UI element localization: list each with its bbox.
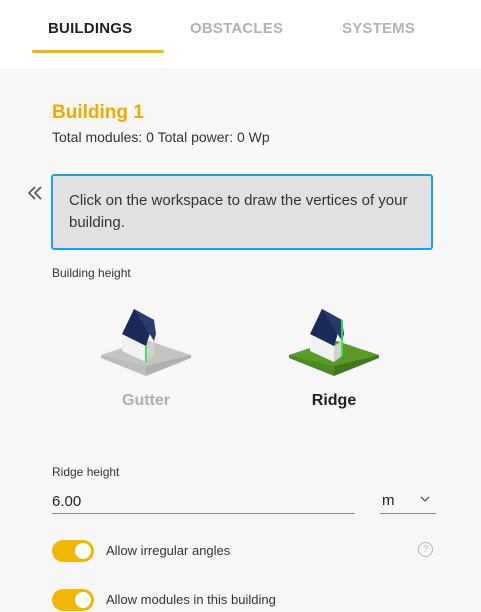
toggle-knob (75, 543, 91, 559)
tab-obstacles[interactable]: OBSTACLES (190, 20, 283, 37)
unit-select[interactable]: m (380, 489, 436, 514)
chevron-down-icon (420, 496, 430, 502)
double-chevron-left-icon[interactable] (26, 183, 44, 203)
allow-modules-label: Allow modules in this building (106, 592, 276, 607)
total-modules-label: Total modules: (52, 129, 147, 145)
building-height-label: Building height (52, 266, 131, 280)
draw-instruction-box: Click on the workspace to draw the verti… (51, 174, 433, 250)
toggle-knob (75, 592, 91, 608)
building-title: Building 1 (52, 102, 144, 123)
ridge-height-label: Ridge height (52, 465, 120, 479)
active-tab-indicator (32, 50, 164, 53)
question-circle-icon[interactable]: ? (418, 542, 433, 557)
building-totals: Total modules: 0 Total power: 0 Wp (52, 129, 270, 145)
gutter-building-icon (101, 309, 191, 376)
tab-buildings[interactable]: BUILDINGS (48, 20, 132, 37)
irregular-angles-label: Allow irregular angles (106, 543, 231, 558)
total-power-label: Total power: (153, 129, 237, 145)
unit-value: m (382, 492, 395, 509)
building-panel (0, 68, 481, 612)
tab-systems[interactable]: SYSTEMS (342, 20, 415, 37)
allow-modules-toggle[interactable] (52, 589, 94, 611)
ridge-option[interactable]: Ridge (279, 300, 389, 430)
ridge-building-icon (289, 309, 379, 376)
ridge-option-label: Ridge (311, 392, 357, 409)
total-modules-value: 0 (146, 129, 154, 145)
gutter-option[interactable]: Gutter (91, 300, 201, 430)
tab-bar: BUILDINGS OBSTACLES SYSTEMS (0, 0, 481, 68)
ridge-height-input[interactable] (52, 489, 355, 514)
irregular-angles-toggle[interactable] (52, 540, 94, 562)
gutter-option-label: Gutter (122, 392, 170, 409)
total-power-value: 0 Wp (236, 129, 270, 145)
